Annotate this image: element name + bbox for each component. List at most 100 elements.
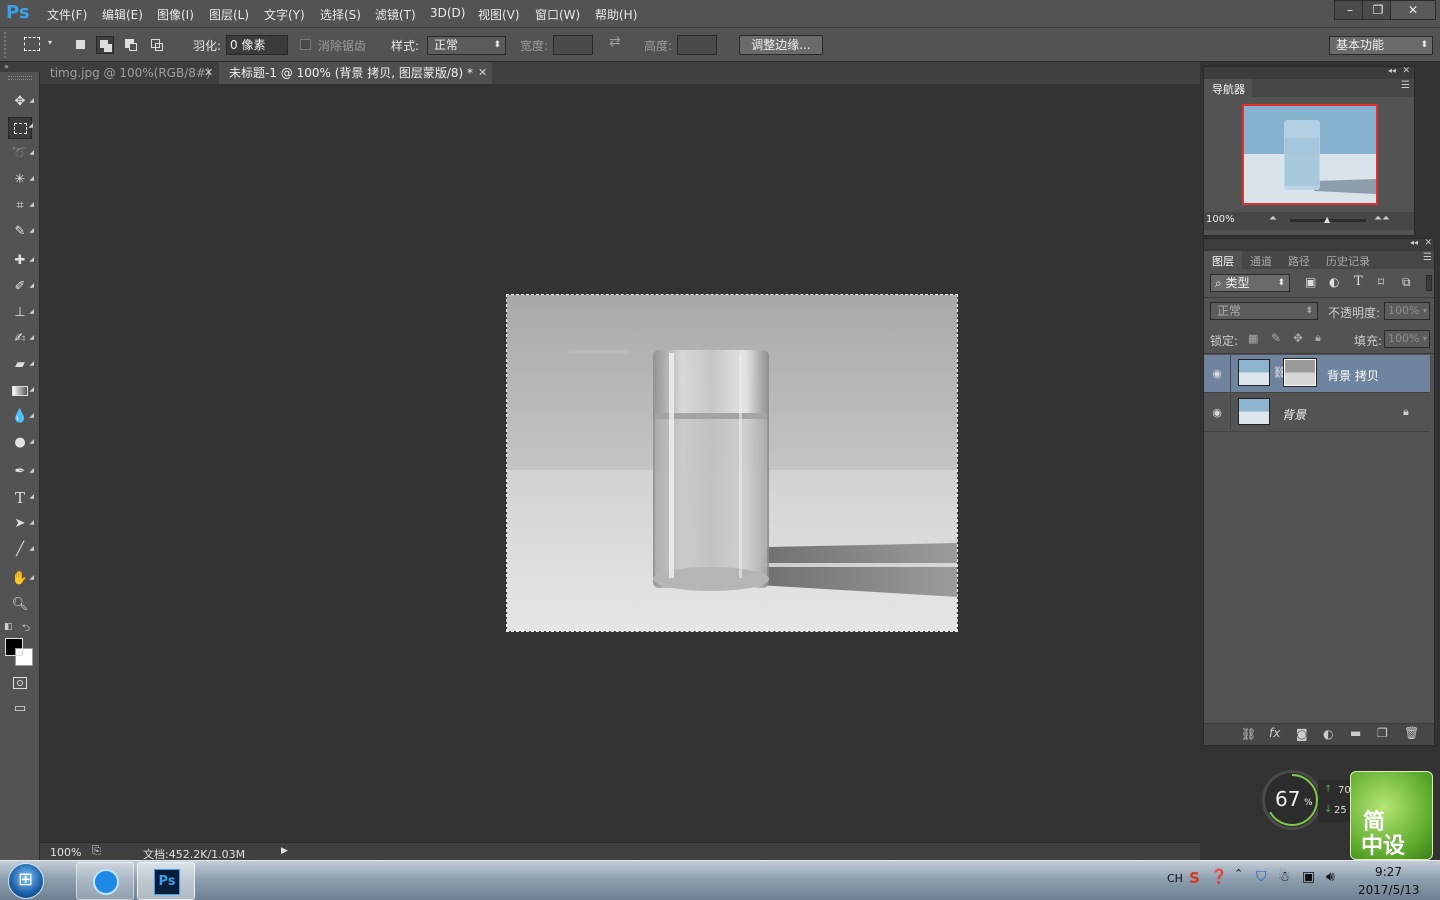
close-icon[interactable]: ✕ bbox=[1424, 238, 1432, 248]
hand-tool-icon[interactable]: ✋ ◢ bbox=[8, 568, 34, 590]
menu-type[interactable]: 文字(Y) bbox=[264, 6, 305, 23]
lock-transparent-icon[interactable]: ▦ bbox=[1248, 332, 1258, 345]
crop-tool-icon[interactable]: ⌗ ◢ bbox=[8, 195, 34, 217]
lock-pixels-icon[interactable]: ✎ bbox=[1271, 331, 1281, 345]
clock-time[interactable]: 9:27 bbox=[1375, 865, 1402, 879]
fx-icon[interactable]: fx bbox=[1269, 726, 1280, 740]
zoom-in-icon[interactable]: ⏶⏶ bbox=[1374, 213, 1390, 224]
menu-layer[interactable]: 图层(L) bbox=[209, 6, 249, 23]
type-tool-icon[interactable]: T ◢ bbox=[8, 487, 34, 509]
new-group-icon[interactable]: ▬ bbox=[1350, 726, 1361, 740]
height-input[interactable] bbox=[677, 35, 717, 55]
filter-shape-icon[interactable]: ⌑ bbox=[1378, 275, 1384, 289]
menu-image[interactable]: 图像(I) bbox=[157, 6, 194, 23]
layer-filter-select[interactable]: ⌕ 类型 ⬍ bbox=[1210, 274, 1290, 292]
close-icon[interactable]: ✕ bbox=[1402, 66, 1410, 76]
toolbar-grip[interactable] bbox=[8, 76, 32, 80]
gradient-tool-icon[interactable]: ◢ bbox=[8, 380, 34, 402]
zoom-out-icon[interactable]: ⏶ bbox=[1269, 213, 1277, 224]
visibility-eye-icon[interactable]: ◉ bbox=[1210, 406, 1224, 420]
filter-smart-object-icon[interactable]: ⧉ bbox=[1402, 275, 1411, 290]
preset-dropdown-icon[interactable]: ▾ bbox=[48, 38, 52, 47]
lock-all-icon[interactable]: 🔒︎ bbox=[1315, 331, 1321, 345]
rect-marquee-tool-icon[interactable]: ◢ bbox=[8, 117, 33, 139]
tray-arrow-icon[interactable]: ⌃ bbox=[1234, 867, 1243, 880]
swap-colors-icon[interactable]: ⮌ bbox=[22, 621, 30, 638]
visibility-eye-icon[interactable]: ◉ bbox=[1210, 367, 1224, 381]
close-button[interactable]: ✕ bbox=[1390, 0, 1436, 20]
close-icon[interactable]: ✕ bbox=[478, 62, 487, 84]
slider-thumb-icon[interactable]: ▲ bbox=[1324, 216, 1330, 224]
add-mask-icon[interactable]: ◙ bbox=[1296, 727, 1308, 741]
trash-icon[interactable]: 🗑︎ bbox=[1404, 726, 1419, 740]
subtract-selection-icon[interactable] bbox=[122, 36, 140, 54]
width-input[interactable] bbox=[553, 35, 593, 55]
menu-window[interactable]: 窗口(W) bbox=[535, 6, 580, 23]
filter-adjustment-icon[interactable]: ◐ bbox=[1329, 275, 1339, 289]
panel-menu-icon[interactable]: ☰ bbox=[1401, 80, 1410, 91]
menu-file[interactable]: 文件(F) bbox=[47, 6, 87, 23]
default-colors-icon[interactable]: ◧ bbox=[4, 622, 13, 632]
layer-name[interactable]: 背景 拷贝 bbox=[1327, 367, 1379, 384]
volume-icon[interactable]: 🔊︎ bbox=[1326, 869, 1335, 885]
eraser-tool-icon[interactable]: ▰ ◢ bbox=[8, 354, 34, 376]
collapse-icon[interactable]: ◂◂ bbox=[1410, 238, 1418, 247]
link-layers-icon[interactable]: ⛓ bbox=[1241, 727, 1256, 741]
options-grip[interactable] bbox=[4, 32, 10, 58]
menu-3d[interactable]: 3D(D) bbox=[430, 6, 465, 20]
lock-position-icon[interactable]: ✥ bbox=[1293, 331, 1303, 345]
tab-channels[interactable]: 通道 bbox=[1250, 253, 1272, 269]
dodge-tool-icon[interactable]: ● ◢ bbox=[8, 432, 34, 454]
new-layer-icon[interactable]: ❐ bbox=[1377, 726, 1388, 740]
status-menu-arrow-icon[interactable]: ▶ bbox=[281, 846, 288, 856]
sogou-icon[interactable]: S bbox=[1189, 869, 1200, 887]
panel-menu-icon[interactable]: ☰ bbox=[1423, 252, 1432, 263]
blend-mode-select[interactable]: 正常 ⬍ bbox=[1210, 302, 1318, 320]
blur-tool-icon[interactable]: 💧 ◢ bbox=[8, 406, 34, 428]
chevron-down-icon[interactable]: ▾ bbox=[1423, 303, 1427, 319]
taskbar-browser-button[interactable] bbox=[76, 862, 134, 900]
history-brush-tool-icon[interactable]: ✍ ◢ bbox=[8, 328, 34, 350]
close-icon[interactable]: ✕ bbox=[204, 62, 213, 84]
screen-mode-icon[interactable]: ▭ bbox=[8, 698, 32, 720]
app-badge[interactable]: 简 中设 bbox=[1350, 771, 1433, 860]
healing-brush-tool-icon[interactable]: ✚ ◢ bbox=[8, 250, 34, 272]
clone-stamp-tool-icon[interactable]: ⊥ ◢ bbox=[8, 302, 34, 324]
network-icon[interactable]: ▣ bbox=[1302, 869, 1315, 885]
feather-input[interactable]: 0 像素 bbox=[226, 35, 288, 55]
magic-wand-tool-icon[interactable]: ✳ ◢ bbox=[8, 169, 34, 191]
opacity-input[interactable]: 100% ▾ bbox=[1384, 302, 1430, 320]
start-button[interactable]: ⊞ bbox=[8, 863, 44, 899]
menu-view[interactable]: 视图(V) bbox=[478, 6, 520, 23]
tab-timg[interactable]: timg.jpg @ 100%(RGB/8#) ✕ bbox=[40, 62, 218, 84]
brush-tool-icon[interactable]: ✐ ◢ bbox=[8, 276, 34, 298]
workspace-select[interactable]: 基本功能 ⬍ bbox=[1329, 36, 1433, 55]
swap-arrows-icon[interactable]: ⇄ bbox=[609, 34, 621, 50]
collapse-icon[interactable]: ◂◂ bbox=[1388, 66, 1396, 75]
shield-icon[interactable]: ⛉ bbox=[1256, 869, 1267, 885]
eyedropper-tool-icon[interactable]: ✎ ◢ bbox=[8, 221, 34, 243]
lasso-tool-icon[interactable]: ➰ ◢ bbox=[8, 143, 34, 165]
layer-row-background-copy[interactable]: ◉ ⛓ 背景 拷贝 bbox=[1204, 355, 1430, 393]
taskbar-photoshop-button[interactable]: Ps bbox=[137, 862, 195, 900]
navigator-preview[interactable] bbox=[1242, 104, 1378, 205]
zoom-level[interactable]: 100% bbox=[50, 846, 81, 859]
pen-tool-icon[interactable]: ✒ ◢ bbox=[8, 461, 34, 483]
tab-navigator[interactable]: 导航器 bbox=[1204, 79, 1252, 97]
chevron-down-icon[interactable]: ▾ bbox=[1423, 331, 1427, 347]
filter-pixel-icon[interactable]: ▣ bbox=[1305, 275, 1316, 289]
move-tool-icon[interactable]: ✥ ◢ bbox=[8, 91, 34, 113]
layer-mask-thumbnail[interactable] bbox=[1283, 358, 1317, 387]
tab-history[interactable]: 历史记录 bbox=[1326, 253, 1370, 269]
menu-filter[interactable]: 滤镜(T) bbox=[375, 6, 416, 23]
help-icon[interactable]: ❓ bbox=[1210, 869, 1227, 885]
layer-row-background[interactable]: ◉ 背景 🔒︎ bbox=[1204, 394, 1430, 432]
tab-layers[interactable]: 图层 bbox=[1204, 251, 1242, 269]
new-selection-icon[interactable] bbox=[72, 36, 90, 54]
tab-paths[interactable]: 路径 bbox=[1288, 253, 1310, 269]
refine-edge-button[interactable]: 调整边缘... bbox=[739, 35, 823, 55]
toolbar-collapse-icon[interactable]: » bbox=[0, 62, 40, 72]
antialias-checkbox[interactable] bbox=[300, 39, 311, 50]
path-selection-tool-icon[interactable]: ➤ ◢ bbox=[8, 513, 34, 535]
layer-thumbnail[interactable] bbox=[1238, 398, 1270, 425]
